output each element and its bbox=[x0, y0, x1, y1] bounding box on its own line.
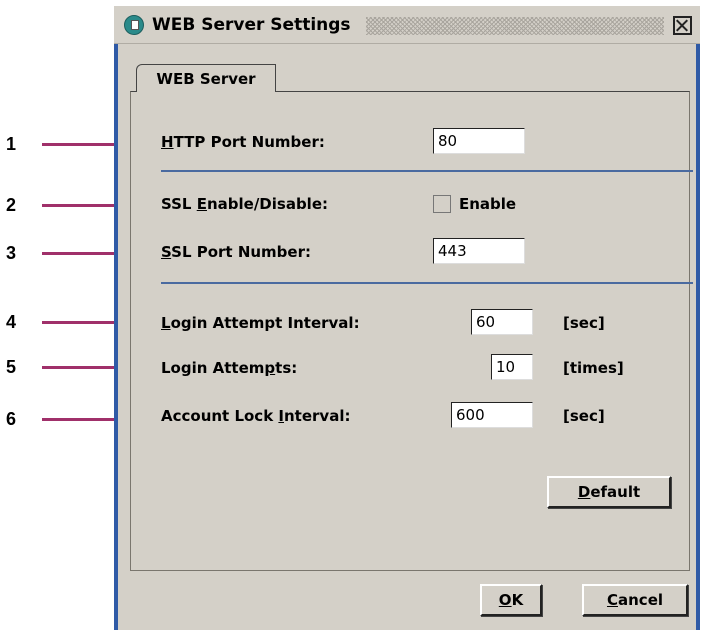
callout-number: 6 bbox=[6, 409, 17, 429]
callout-number: 5 bbox=[6, 357, 17, 377]
account-lock-interval-label: Account Lock Interval: bbox=[161, 407, 351, 425]
dialog-content: WEB Server HTTP Port Number: 80 SSL Enab… bbox=[118, 44, 696, 630]
default-button[interactable]: Default bbox=[547, 476, 671, 508]
login-attempt-interval-input[interactable]: 60 bbox=[471, 309, 533, 335]
title-bar-drag-area[interactable] bbox=[366, 17, 664, 35]
account-lock-interval-unit: [sec] bbox=[563, 407, 605, 425]
callout-number: 3 bbox=[6, 243, 17, 263]
ok-button[interactable]: OK bbox=[480, 584, 542, 616]
callout-number: 2 bbox=[6, 195, 17, 215]
login-attempt-interval-unit: [sec] bbox=[563, 314, 605, 332]
login-attempts-unit: [times] bbox=[563, 359, 624, 377]
login-attempts-input[interactable]: 10 bbox=[491, 354, 533, 380]
window-title: WEB Server Settings bbox=[152, 15, 351, 35]
ssl-enable-checkbox[interactable] bbox=[433, 195, 451, 213]
account-lock-interval-input[interactable]: 600 bbox=[451, 402, 533, 428]
server-settings-icon bbox=[124, 15, 144, 35]
separator bbox=[161, 282, 693, 284]
ssl-enable-checkbox-label[interactable]: Enable bbox=[459, 194, 516, 214]
close-icon[interactable] bbox=[673, 16, 692, 35]
tab-label: WEB Server bbox=[156, 70, 256, 88]
login-attempt-interval-label: Login Attempt Interval: bbox=[161, 314, 360, 332]
callout-number: 4 bbox=[6, 312, 17, 332]
http-port-input[interactable]: 80 bbox=[433, 128, 525, 154]
ssl-enable-label: SSL Enable/Disable: bbox=[161, 195, 328, 213]
login-attempts-label: Login Attempts: bbox=[161, 359, 298, 377]
callout-number: 1 bbox=[6, 134, 17, 154]
tab-web-server[interactable]: WEB Server bbox=[136, 64, 276, 92]
title-bar[interactable]: WEB Server Settings bbox=[114, 6, 700, 44]
web-server-settings-dialog: WEB Server Settings WEB Server HTTP Port… bbox=[114, 6, 700, 630]
http-port-label: HTTP Port Number: bbox=[161, 133, 325, 151]
ssl-port-input[interactable]: 443 bbox=[433, 238, 525, 264]
separator bbox=[161, 170, 693, 172]
ssl-port-label: SSL Port Number: bbox=[161, 243, 311, 261]
settings-panel: HTTP Port Number: 80 SSL Enable/Disable:… bbox=[130, 91, 693, 571]
cancel-button[interactable]: Cancel bbox=[582, 584, 688, 616]
